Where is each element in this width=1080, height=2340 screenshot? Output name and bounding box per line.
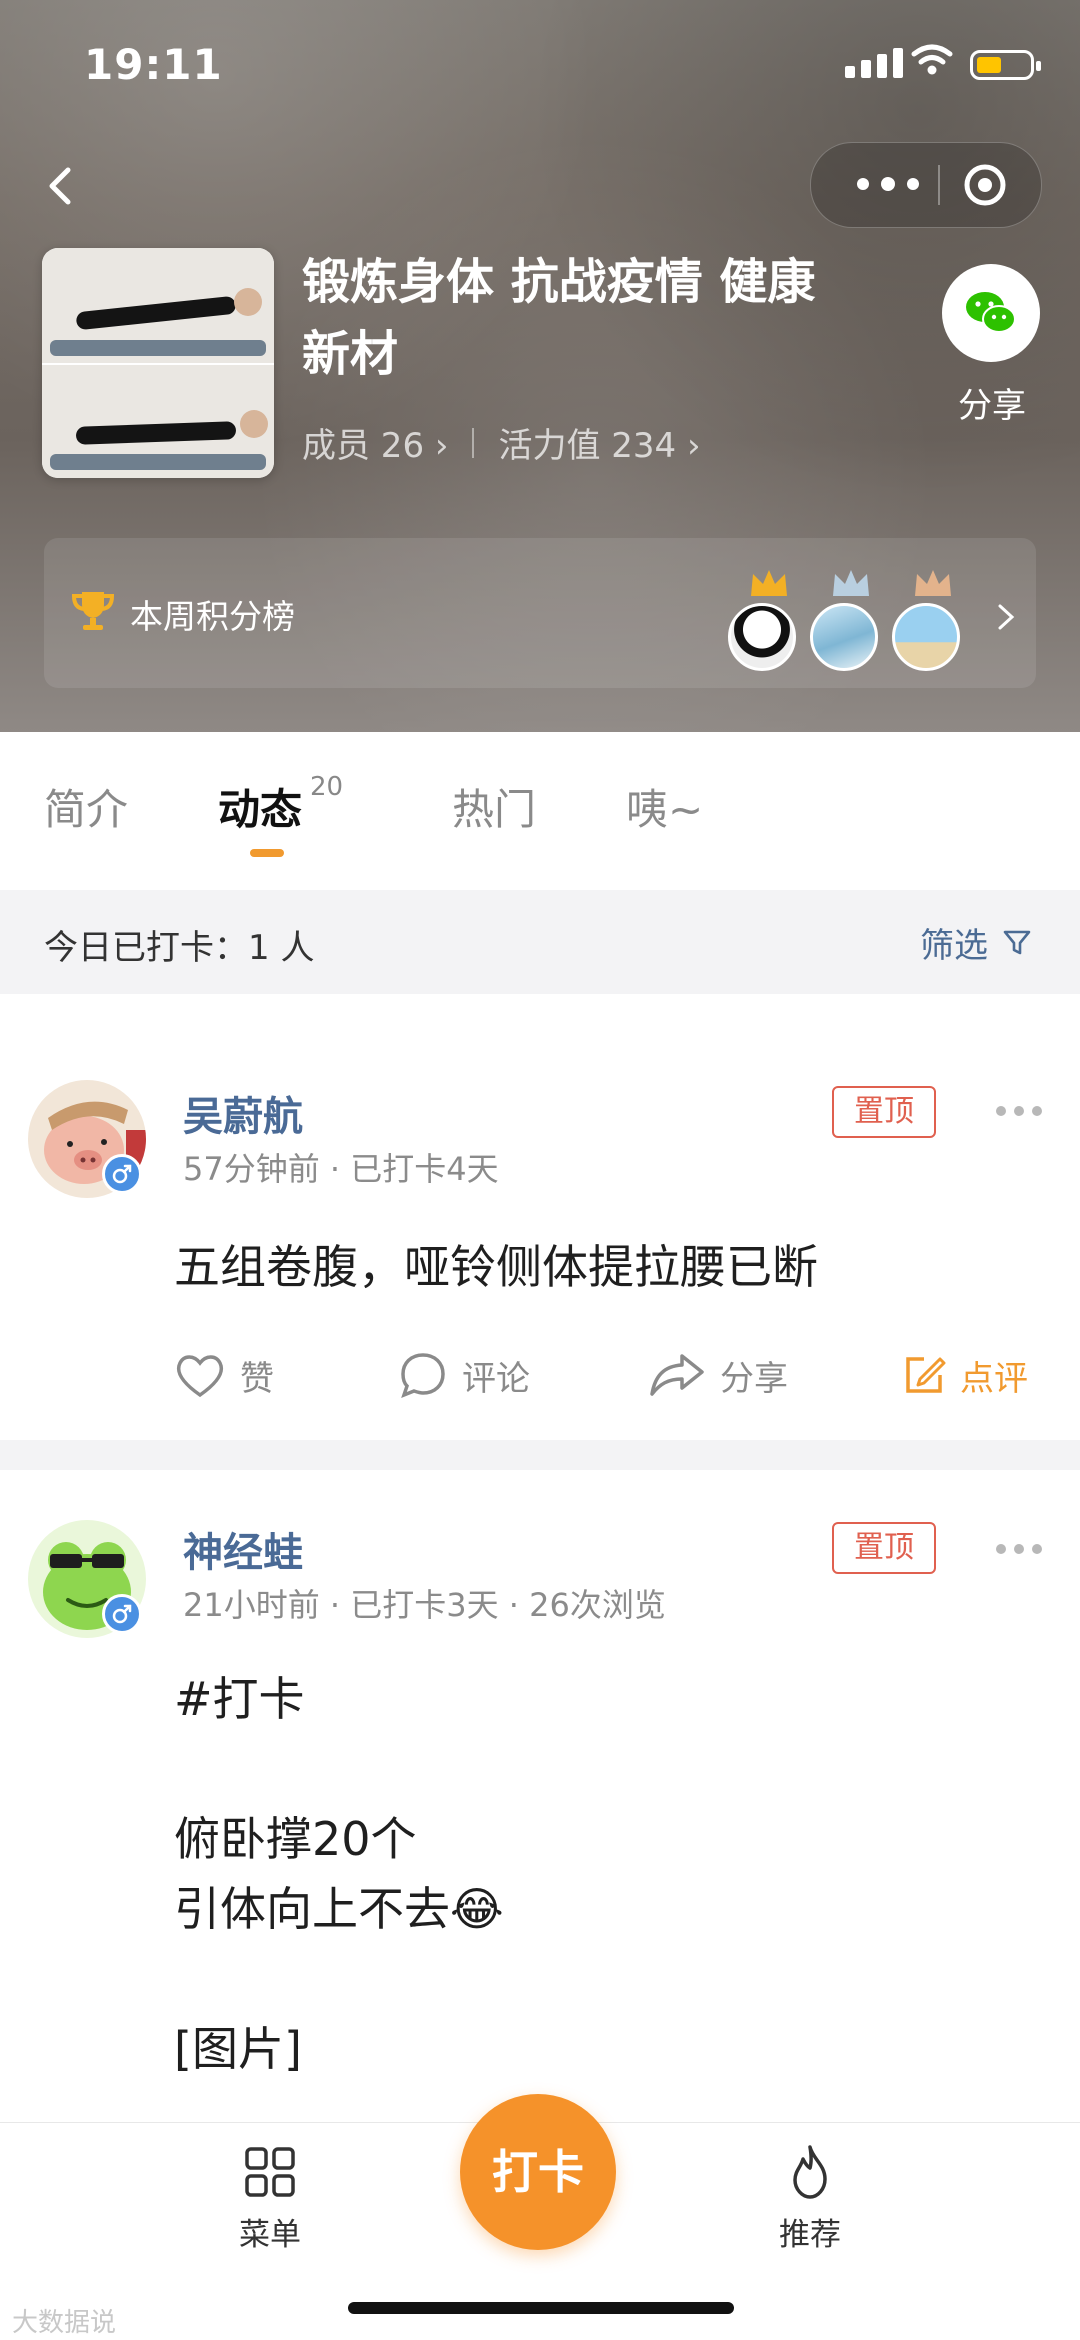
trophy-icon	[71, 592, 115, 630]
post-divider	[0, 1440, 1080, 1470]
back-icon[interactable]	[40, 160, 84, 212]
leaderboard-avatar-3	[892, 603, 960, 671]
gender-male-icon	[102, 1154, 142, 1194]
tab-recommend[interactable]: 推荐	[740, 2143, 880, 2254]
gender-male-icon	[102, 1594, 142, 1634]
close-miniprogram-icon[interactable]	[963, 163, 1007, 207]
heart-icon	[176, 1355, 224, 1398]
tab-feed-count: 20	[310, 772, 344, 802]
share-post-button[interactable]: 分享	[648, 1351, 902, 1400]
crown-bronze-icon	[915, 570, 951, 596]
tab-menu-label: 菜单	[239, 2217, 301, 2253]
watermark: 大数据说	[12, 2308, 117, 2338]
checkin-summary-bar: 今日已打卡：1 人 筛选	[0, 890, 1080, 994]
checkin-summary: 今日已打卡：1 人	[44, 928, 315, 968]
post-actions: 赞 评论 分享 点评	[174, 1340, 1054, 1410]
review-button[interactable]: 点评	[902, 1351, 1028, 1400]
comment-label: 评论	[462, 1358, 530, 1399]
pinned-badge: 置顶	[832, 1086, 936, 1138]
weekly-leaderboard[interactable]: 本周积分榜	[44, 538, 1036, 688]
tab-recommend-label: 推荐	[779, 2217, 841, 2253]
post-content: 五组卷腹，哑铃侧体提拉腰已断	[174, 1240, 818, 1294]
group-cover-image	[42, 248, 274, 478]
wifi-icon	[911, 44, 953, 75]
tab-menu[interactable]: 菜单	[200, 2143, 340, 2254]
group-stats: 成员 26 › 活力值 234 ›	[302, 418, 701, 467]
share-arrow-icon	[650, 1354, 704, 1396]
post-author[interactable]: 神经蛙	[183, 1520, 303, 1578]
flame-icon	[793, 2145, 827, 2199]
post-card: 神经蛙 21小时前 · 已打卡3天 · 26次浏览 置顶 #打卡 俯卧撑20个 …	[0, 1470, 1080, 2130]
post-author[interactable]: 吴蔚航	[183, 1084, 303, 1142]
battery-icon	[970, 50, 1041, 80]
leaderboard-label: 本周积分榜	[130, 597, 295, 636]
stats-divider	[472, 427, 475, 458]
checkin-button[interactable]: 打卡	[460, 2094, 616, 2250]
grid-icon	[245, 2147, 295, 2197]
comment-button[interactable]: 评论	[398, 1350, 648, 1400]
status-time: 19:11	[84, 40, 223, 89]
share-label: 分享	[958, 386, 1026, 426]
post-card: 吴蔚航 57分钟前 · 已打卡4天 置顶 五组卷腹，哑铃侧体提拉腰已断 赞 评论…	[0, 994, 1080, 1440]
crown-silver-icon	[833, 570, 869, 596]
crown-gold-icon	[751, 570, 787, 596]
wechat-share-button[interactable]	[942, 264, 1040, 362]
filter-icon	[1003, 930, 1031, 954]
chevron-right-icon	[998, 604, 1015, 630]
post-content: #打卡 俯卧撑20个 引体向上不去😂 [图片]	[174, 1672, 504, 2076]
vitality-link[interactable]: 活力值 234 ›	[498, 418, 700, 467]
signal-icon	[845, 48, 903, 78]
capsule-divider	[938, 165, 940, 205]
group-tabs: 简介 动态 20 热门 咦~	[0, 732, 1080, 890]
home-indicator[interactable]	[348, 2302, 734, 2314]
more-icon[interactable]	[853, 171, 923, 197]
members-link[interactable]: 成员 26 ›	[302, 418, 448, 467]
tab-feed[interactable]: 动态 20	[218, 772, 343, 837]
post-more-icon[interactable]	[994, 1104, 1044, 1118]
comment-icon	[401, 1353, 445, 1399]
active-tab-indicator	[250, 849, 284, 857]
tab-misc[interactable]: 咦~	[626, 776, 703, 837]
pinned-badge: 置顶	[832, 1522, 936, 1574]
miniprogram-capsule	[810, 142, 1042, 228]
filter-button[interactable]: 筛选	[920, 918, 1032, 967]
vitality-label: 活力值 234	[498, 426, 677, 466]
edit-icon	[906, 1357, 946, 1393]
post-more-icon[interactable]	[994, 1542, 1044, 1556]
post-meta: 21小时前 · 已打卡3天 · 26次浏览	[183, 1586, 666, 1624]
leaderboard-avatar-2	[810, 603, 878, 671]
filter-label: 筛选	[920, 926, 988, 966]
wechat-icon	[966, 292, 1016, 333]
like-label: 赞	[240, 1358, 274, 1399]
members-label: 成员 26	[302, 426, 425, 466]
group-title: 锻炼身体 抗战疫情 健康新材	[302, 254, 816, 382]
like-button[interactable]: 赞	[174, 1351, 398, 1400]
post-meta: 57分钟前 · 已打卡4天	[183, 1150, 499, 1188]
leaderboard-avatar-1	[728, 603, 796, 671]
review-label: 点评	[960, 1358, 1028, 1399]
tab-feed-label: 动态	[218, 785, 303, 834]
tab-hot[interactable]: 热门	[452, 776, 536, 837]
tab-intro[interactable]: 简介	[44, 776, 128, 837]
share-post-label: 分享	[720, 1358, 788, 1399]
status-bar: 19:11	[0, 0, 1080, 120]
